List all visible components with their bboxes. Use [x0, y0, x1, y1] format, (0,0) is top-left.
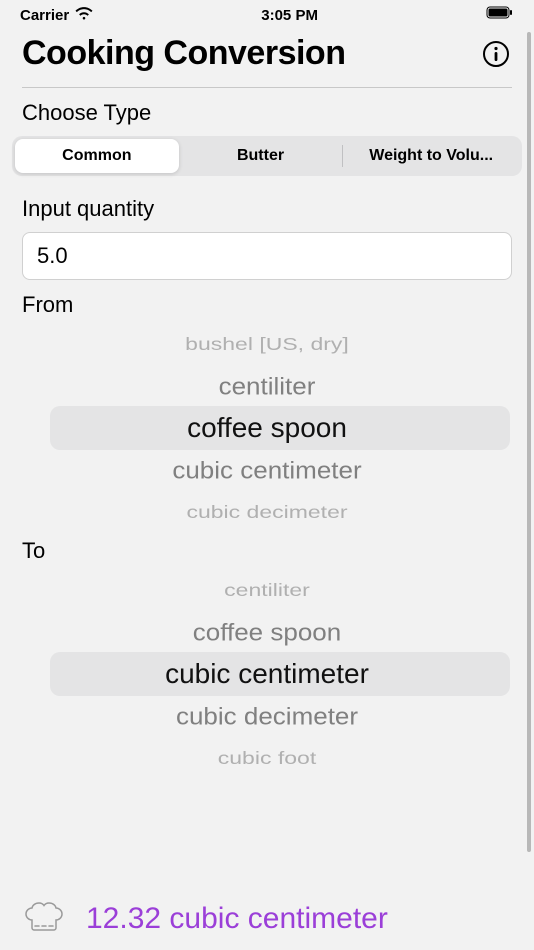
choose-type-label: Choose Type — [0, 96, 534, 136]
to-label: To — [0, 538, 534, 564]
picker-item[interactable]: coffee spoon — [193, 613, 341, 652]
picker-item[interactable]: cubic decimeter — [186, 496, 347, 529]
seg-butter[interactable]: Butter — [179, 139, 343, 173]
result-text: 12.32 cubic centimeter — [86, 902, 388, 936]
status-left: Carrier — [20, 7, 93, 24]
carrier-label: Carrier — [20, 7, 69, 24]
divider — [22, 87, 512, 88]
picker-item[interactable]: centiliter — [224, 574, 310, 607]
seg-weight-volume[interactable]: Weight to Volu... — [343, 139, 519, 173]
quantity-input[interactable] — [22, 232, 512, 280]
info-button[interactable] — [480, 38, 512, 70]
header: Cooking Conversion — [0, 26, 534, 87]
input-quantity-label: Input quantity — [0, 192, 534, 232]
picker-item-selected[interactable]: cubic centimeter — [165, 653, 369, 695]
page-title: Cooking Conversion — [22, 34, 345, 73]
from-picker[interactable]: bushel [UK] bushel [US, dry] centiliter … — [0, 318, 534, 538]
wifi-icon — [75, 7, 93, 24]
info-icon — [482, 40, 510, 68]
picker-item[interactable]: cubic centimeter — [172, 451, 361, 490]
picker-item-selected[interactable]: coffee spoon — [187, 407, 347, 449]
picker-item[interactable]: cubic foot — [218, 742, 316, 775]
chef-hat-icon — [22, 895, 64, 942]
type-segmented-control[interactable]: Common Butter Weight to Volu... — [12, 136, 522, 176]
status-time: 3:05 PM — [261, 7, 318, 24]
status-bar: Carrier 3:05 PM — [0, 0, 534, 26]
picker-item[interactable]: bushel [US, dry] — [185, 328, 349, 361]
from-label: From — [0, 292, 534, 318]
picker-item[interactable]: cubic decimeter — [176, 697, 358, 736]
to-picker[interactable]: bushel [US, dry] centiliter coffee spoon… — [0, 564, 534, 784]
seg-common[interactable]: Common — [15, 139, 179, 173]
result-bar: 12.32 cubic centimeter — [0, 879, 534, 950]
picker-item[interactable]: centiliter — [219, 367, 316, 406]
battery-icon — [486, 6, 514, 24]
scroll-indicator[interactable] — [527, 32, 531, 852]
